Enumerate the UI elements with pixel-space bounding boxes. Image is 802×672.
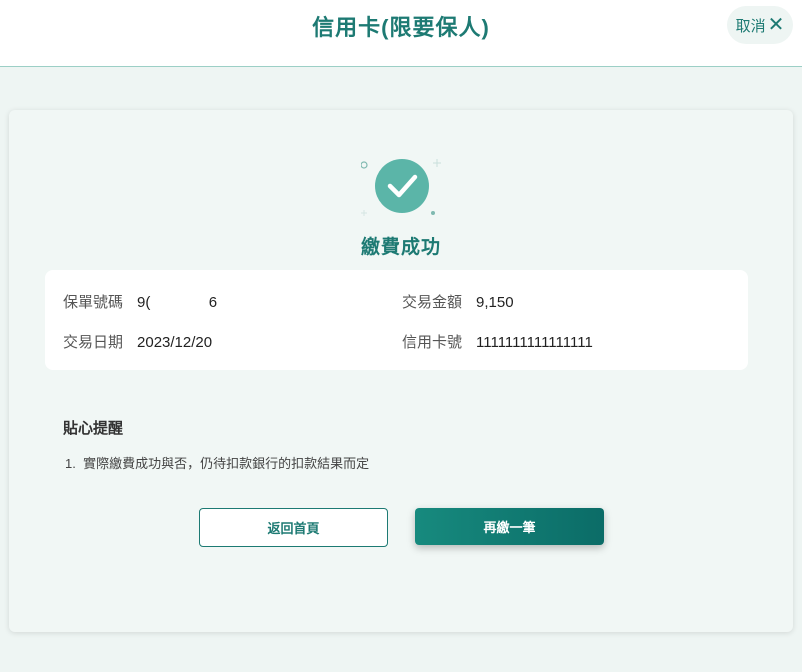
result-card: 繳費成功 保單號碼 9( 6 交易金額 9,150 交易日期 2023/12/20 信…	[9, 110, 793, 632]
amount-value: 9,150	[476, 294, 514, 311]
back-home-button[interactable]: 返回首頁	[199, 508, 388, 547]
card-number-label: 信用卡號	[402, 334, 463, 351]
card-number-value: 1111111111111111	[476, 334, 593, 351]
amount-label: 交易金額	[402, 294, 463, 311]
reminder-title: 貼心提醒	[63, 420, 124, 437]
pay-again-button[interactable]: 再繳一筆	[415, 508, 604, 545]
page-title: 信用卡(限要保人)	[312, 15, 490, 40]
success-title: 繳費成功	[360, 237, 441, 258]
reminder-item: 1. 實際繳費成功與否，仍待扣款銀行的扣款結果而定	[65, 456, 370, 471]
policy-number-label: 保單號碼	[63, 294, 124, 311]
cancel-label: 取消	[735, 17, 766, 35]
header-bar: 信用卡(限要保人) 取消 ✕	[0, 0, 802, 67]
check-circle-icon	[361, 159, 441, 216]
date-value: 2023/12/20	[137, 334, 213, 351]
date-label: 交易日期	[63, 334, 124, 351]
date-row: 交易日期 2023/12/20	[63, 331, 212, 352]
policy-number-value: 9( 6	[137, 294, 218, 311]
cancel-button[interactable]: 取消 ✕	[727, 6, 793, 44]
amount-row: 交易金額 9,150	[402, 291, 514, 312]
close-icon: ✕	[767, 14, 785, 36]
policy-number-row: 保單號碼 9( 6	[63, 291, 217, 312]
transaction-details: 保單號碼 9( 6 交易金額 9,150 交易日期 2023/12/20 信用卡號 11…	[45, 270, 748, 370]
card-number-row: 信用卡號 1111111111111111	[402, 331, 593, 352]
